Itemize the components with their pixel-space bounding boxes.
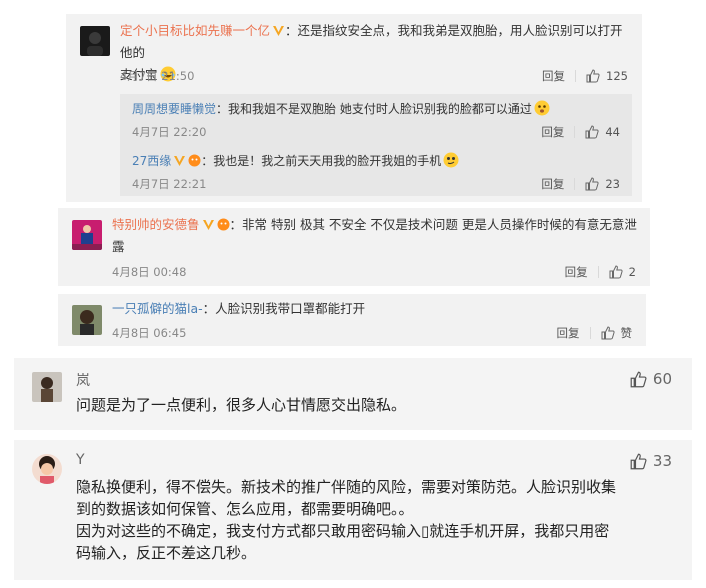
comment-time: 4月8日 00:48 bbox=[112, 265, 187, 279]
like-count: 125 bbox=[606, 69, 628, 83]
thumbs-up-icon[interactable] bbox=[585, 177, 599, 191]
reply-button[interactable]: 回复 bbox=[565, 264, 588, 280]
commenter-name[interactable]: 特别帅的安德鲁 bbox=[112, 217, 200, 232]
comment-text: ：非常 特别 极其 不安全 不仅是技术问题 更是人员操作时候的有意无意泄 bbox=[229, 217, 637, 232]
reply-item: 周周想要睡懒觉：我和我姐不是双胞胎 她支付时人脸识别我的脸都可以通过 4月7日 … bbox=[120, 94, 632, 146]
divider bbox=[574, 178, 576, 190]
verified-badge-icon bbox=[202, 218, 215, 231]
reply-button[interactable]: 回复 bbox=[542, 68, 565, 84]
comment-card: Y 33 隐私换便利，得不偿失。新技术的推广伴随的风险，需要对策防范。人脸识别收… bbox=[14, 440, 692, 580]
reply-button[interactable]: 回复 bbox=[541, 124, 564, 140]
comment-text-line: 到的数据该如何保管、怎么应用，都需要明确吧。。 bbox=[76, 500, 414, 518]
reply-button[interactable]: 回复 bbox=[541, 176, 564, 192]
avatar[interactable] bbox=[72, 305, 102, 335]
thumbs-up-icon[interactable] bbox=[630, 371, 647, 388]
comment-card: 岚 60 问题是为了一点便利，很多人心甘情愿交出隐私。 bbox=[14, 358, 692, 430]
reply-text: ：我也是！我之前天天用我的脸开我姐的手机 bbox=[201, 154, 442, 168]
member-badge-icon bbox=[188, 154, 201, 167]
divider bbox=[574, 126, 576, 138]
comment-time: 4月7日 21:50 bbox=[120, 69, 195, 83]
reply-time: 4月7日 22:20 bbox=[132, 125, 207, 139]
comment-text: ：人脸识别我带口罩都能打开 bbox=[202, 301, 366, 316]
smirk-emoji-icon bbox=[443, 152, 459, 168]
comment-text: 问题是为了一点便利，很多人心甘情愿交出隐私。 bbox=[76, 396, 407, 414]
avatar[interactable] bbox=[80, 26, 110, 56]
like-count: 23 bbox=[605, 177, 620, 191]
like-count: 60 bbox=[652, 370, 672, 388]
like-count: 44 bbox=[605, 125, 620, 139]
thumbs-up-icon[interactable] bbox=[601, 326, 615, 340]
comment-text-cont: 露 bbox=[112, 239, 125, 254]
comment-text-line: 码输入，反正不差这几秒。 bbox=[76, 544, 257, 562]
reply-text: ：我和我姐不是双胞胎 她支付时人脸识别我的脸都可以通过 bbox=[216, 102, 532, 116]
avatar[interactable] bbox=[72, 220, 102, 250]
like-button[interactable]: 赞 bbox=[621, 325, 633, 341]
reply-time: 4月7日 22:21 bbox=[132, 177, 207, 191]
divider bbox=[589, 327, 591, 339]
replier-name[interactable]: 周周想要睡懒觉 bbox=[132, 102, 216, 116]
like-count: 2 bbox=[628, 265, 636, 279]
member-badge-icon bbox=[217, 218, 230, 231]
thumbs-up-icon[interactable] bbox=[585, 125, 599, 139]
avatar[interactable] bbox=[32, 454, 62, 484]
thumbs-up-icon[interactable] bbox=[609, 265, 623, 279]
divider bbox=[575, 70, 577, 82]
thumbs-up-icon[interactable] bbox=[630, 453, 647, 470]
comment-time: 4月8日 06:45 bbox=[112, 326, 187, 340]
comment-card: 定个小目标比如先赚一个亿 ：还是指纹安全点，我和我弟是双胞胎，用人脸识别可以打开他… bbox=[66, 14, 642, 202]
commenter-name[interactable]: Y bbox=[76, 452, 85, 468]
commenter-name[interactable]: 定个小目标比如先赚一个亿 bbox=[120, 23, 270, 38]
comment-card: 一只孤僻的猫la-：人脸识别我带口罩都能打开 4月8日 06:45 回复 赞 bbox=[58, 294, 646, 346]
reply-item: 27西缘 ：我也是！我之前天天用我的脸开我姐的手机 4月7日 22:21 回复 2… bbox=[120, 146, 632, 196]
comment-text-line: 隐私换便利，得不偿失。新技术的推广伴随的风险，需要对策防范。人脸识别收集 bbox=[76, 478, 617, 496]
surprised-emoji-icon bbox=[534, 100, 550, 116]
like-count: 33 bbox=[652, 452, 672, 470]
comment-card: 特别帅的安德鲁 ：非常 特别 极其 不安全 不仅是技术问题 更是人员操作时候的有意… bbox=[58, 208, 650, 286]
thumbs-up-icon[interactable] bbox=[586, 69, 600, 83]
commenter-name[interactable]: 岚 bbox=[76, 370, 90, 390]
commenter-name[interactable]: 一只孤僻的猫la- bbox=[112, 301, 203, 316]
verified-badge-icon bbox=[272, 24, 285, 37]
avatar[interactable] bbox=[32, 372, 62, 402]
divider bbox=[597, 266, 599, 278]
reply-button[interactable]: 回复 bbox=[557, 325, 580, 341]
comment-text-line: 因为对这些的不确定，我支付方式都只敢用密码输入▯就连手机开屏，我都只用密 bbox=[76, 522, 610, 540]
verified-badge-icon bbox=[173, 154, 186, 167]
replier-name[interactable]: 27西缘 bbox=[132, 154, 171, 168]
